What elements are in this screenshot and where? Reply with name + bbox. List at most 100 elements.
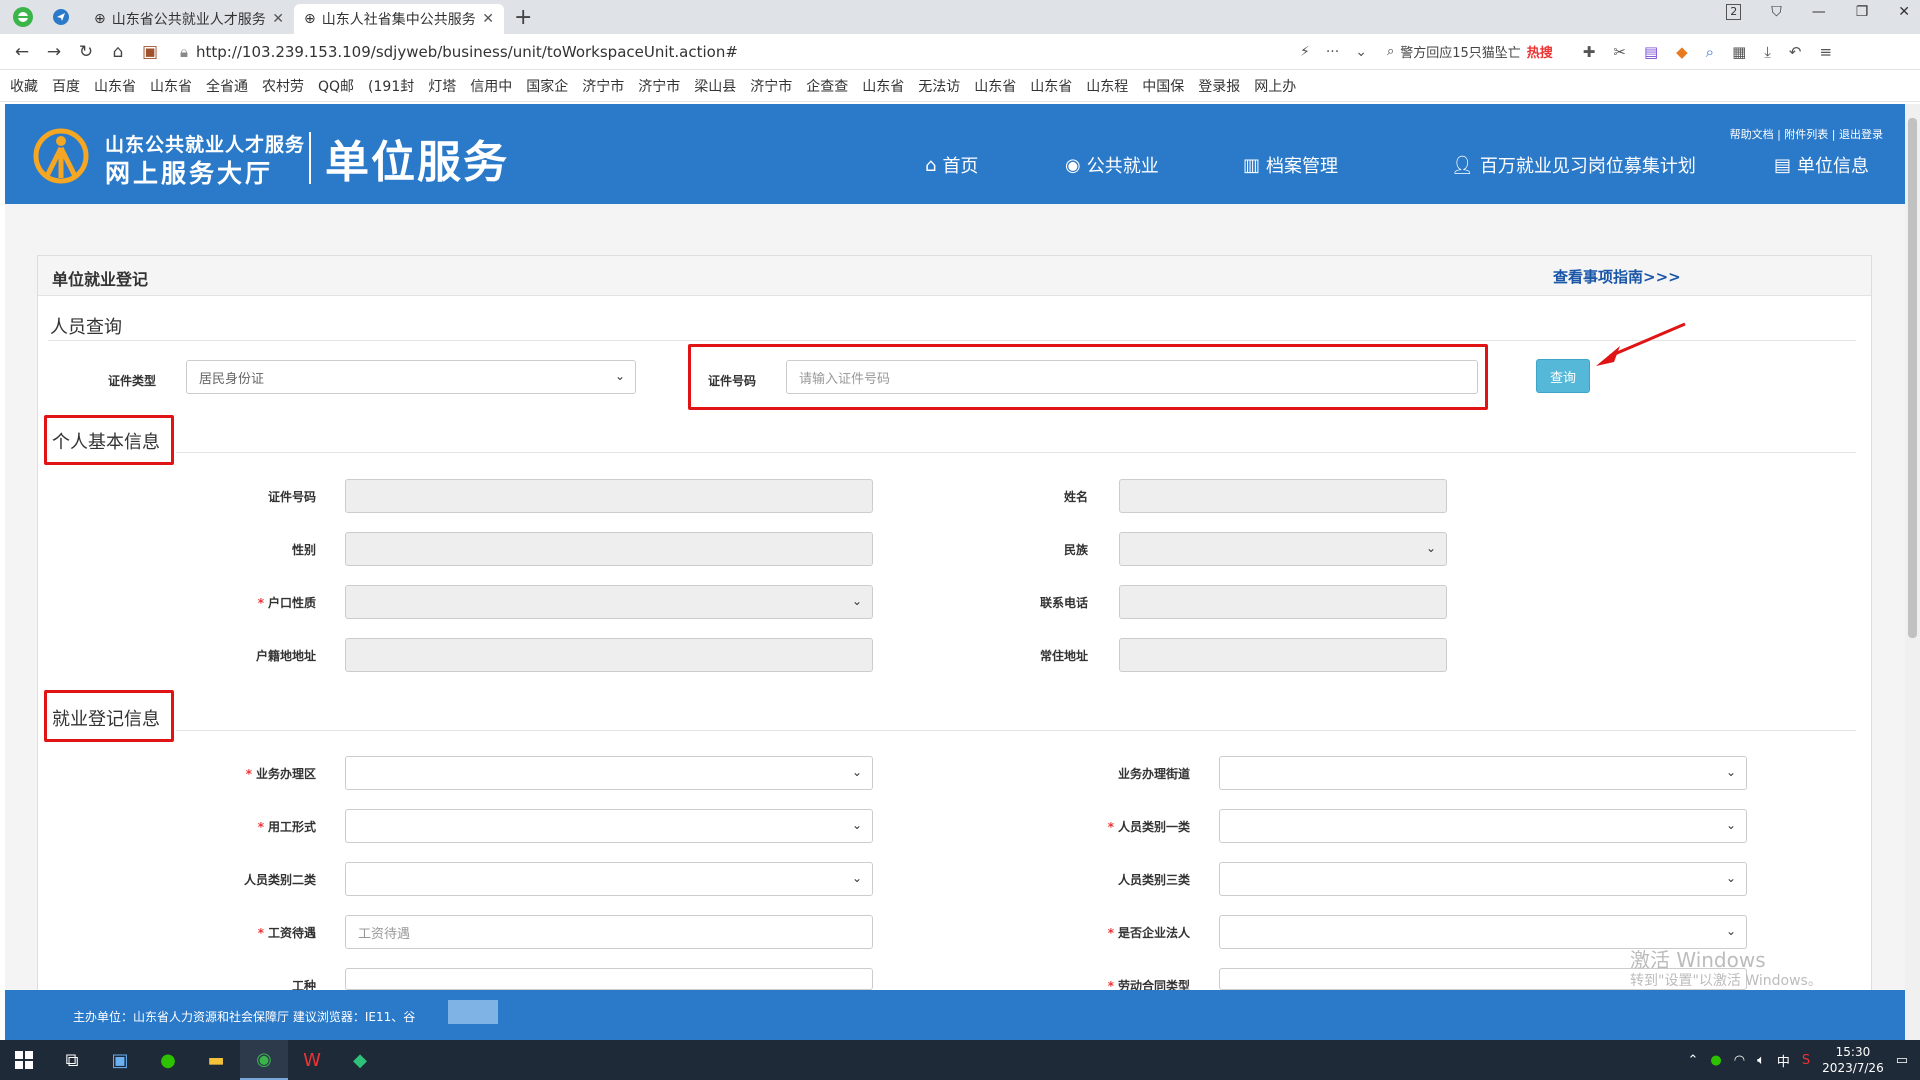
page-scrollbar[interactable] [1905, 104, 1920, 1040]
menu-icon[interactable]: ≡ [1819, 43, 1832, 61]
translate-icon[interactable]: ▤ [1644, 43, 1658, 61]
sogou-icon[interactable]: S [1802, 1053, 1810, 1068]
url-field[interactable]: 🔒︎ http://103.239.153.109/sdjyweb/busine… [180, 43, 1300, 61]
desktop-app-icon[interactable]: ▣ [96, 1040, 144, 1080]
more-icon[interactable]: ··· [1326, 44, 1339, 60]
briefcase-icon[interactable]: ▣ [134, 42, 166, 62]
nav-home[interactable]: ⌂ 首页 [925, 152, 1065, 178]
bookmark-item[interactable]: 山东省 [1030, 76, 1072, 96]
skin-icon[interactable]: ⛉ [1771, 4, 1782, 20]
nav-internship-plan[interactable]: 👤︎ 百万就业见习岗位募集计划 [1451, 152, 1774, 178]
nav-unit-info[interactable]: ▤ 单位信息 [1774, 152, 1869, 178]
bookmark-item[interactable]: 企查查 [806, 76, 848, 96]
back-icon[interactable]: ← [6, 42, 38, 62]
bookmark-item[interactable]: 济宁市 [582, 76, 624, 96]
new-tab-button[interactable]: + [514, 4, 532, 34]
volume-icon[interactable]: 🔈︎ [1757, 1053, 1765, 1068]
task-view-icon[interactable]: ⧉ [48, 1040, 96, 1080]
extension-icon[interactable]: ✚ [1583, 43, 1596, 61]
ime-indicator[interactable]: 中 [1777, 1051, 1790, 1070]
clock[interactable]: 15:30 2023/7/26 [1822, 1044, 1884, 1076]
forward-icon[interactable]: → [38, 42, 70, 62]
reload-icon[interactable]: ↻ [70, 42, 102, 62]
chevron-down-icon: ⌄ [851, 818, 862, 832]
nav-public-employment[interactable]: ◉ 公共就业 [1065, 152, 1243, 178]
magnifier-icon[interactable]: ⌕ [1706, 43, 1714, 61]
bookmark-item[interactable]: 梁山县 [694, 76, 736, 96]
close-window-button[interactable]: ✕ [1898, 4, 1910, 20]
tab-hrss-service[interactable]: ⊕ 山东人社省集中公共服务 ✕ [294, 4, 504, 34]
street-select[interactable]: ⌄ [1219, 756, 1747, 790]
job-type-field[interactable] [345, 968, 873, 990]
wps-icon[interactable]: W [288, 1040, 336, 1080]
chevron-up-icon[interactable]: ⌃ [1687, 1053, 1698, 1068]
bookmark-item[interactable]: 全省通 [206, 76, 248, 96]
notification-icon[interactable]: ▭ [1896, 1053, 1908, 1068]
chevron-down-icon[interactable]: ⌄ [1355, 44, 1367, 60]
bookmark-item[interactable]: 国家企 [526, 76, 568, 96]
annotation-arrow-icon [1596, 322, 1686, 366]
globe-icon: ⊕ [94, 11, 106, 27]
game-icon[interactable]: ◆ [1676, 43, 1688, 61]
url-text[interactable]: http://103.239.153.109/sdjyweb/business/… [196, 43, 738, 61]
bookmark-item[interactable]: 农村劳 [262, 76, 304, 96]
search-box[interactable]: ⌕ 警方回应15只猫坠亡 热搜 [1387, 42, 1553, 61]
bookmark-item[interactable]: QQ邮 [318, 76, 354, 96]
org-name-line1: 山东公共就业人才服务 [105, 134, 306, 156]
bookmark-item[interactable]: 山东程 [1086, 76, 1128, 96]
wechat-tray-icon[interactable]: ● [1710, 1053, 1721, 1068]
wechat-icon[interactable]: ● [144, 1040, 192, 1080]
toolbar-icons: ✚ ✂ ▤ ◆ ⌕ ▦ ⤓ ↶ ≡ [1583, 43, 1832, 61]
bookmark-item[interactable]: 百度 [52, 76, 80, 96]
bookmark-item[interactable]: 中国保 [1142, 76, 1184, 96]
bookmark-item[interactable]: 登录报 [1198, 76, 1240, 96]
green-app-icon[interactable]: ◆ [336, 1040, 384, 1080]
category1-select[interactable]: ⌄ [1219, 809, 1747, 843]
bookmark-favorites[interactable]: 收藏 [10, 76, 38, 96]
guide-link[interactable]: 查看事项指南>>> [1553, 266, 1681, 287]
query-section-title: 人员查询 [50, 317, 122, 338]
bookmark-item[interactable]: (191封 [368, 76, 414, 96]
bookmark-item[interactable]: 山东省 [94, 76, 136, 96]
bookmark-item[interactable]: 信用中 [470, 76, 512, 96]
bookmark-item[interactable]: 山东省 [150, 76, 192, 96]
employment-form-select[interactable]: ⌄ [345, 809, 873, 843]
category2-select[interactable]: ⌄ [345, 862, 873, 896]
tab-count-badge[interactable]: 2 [1726, 4, 1742, 20]
query-button[interactable]: 查询 [1536, 359, 1590, 393]
bookmark-item[interactable]: 济宁市 [750, 76, 792, 96]
bookmark-item[interactable]: 山东省 [974, 76, 1016, 96]
scroll-thumb[interactable] [1908, 118, 1917, 638]
nav-archive[interactable]: ▥ 档案管理 [1243, 152, 1451, 178]
hukou-type-label: * 户口性质 [257, 596, 316, 610]
district-select[interactable]: ⌄ [345, 756, 873, 790]
bookmark-item[interactable]: 济宁市 [638, 76, 680, 96]
bookmark-item[interactable]: 灯塔 [428, 76, 456, 96]
salary-input[interactable]: 工资待遇 [345, 915, 873, 949]
category3-select[interactable]: ⌄ [1219, 862, 1747, 896]
network-icon[interactable]: ◠ [1734, 1053, 1745, 1068]
bookmark-item[interactable]: 网上办 [1254, 76, 1296, 96]
bookmark-item[interactable]: 山东省 [862, 76, 904, 96]
file-explorer-icon[interactable]: ▬ [192, 1040, 240, 1080]
tab-public-employment[interactable]: ⊕ 山东省公共就业人才服务 ✕ [84, 4, 294, 34]
top-links[interactable]: 帮助文档 | 附件列表 | 退出登录 [1730, 126, 1883, 142]
close-icon[interactable]: ✕ [272, 11, 284, 27]
id-type-select[interactable]: 居民身份证 ⌄ [186, 360, 636, 394]
home-page-icon[interactable]: ⌂ [102, 42, 134, 62]
scissors-icon[interactable]: ✂ [1613, 43, 1626, 61]
minimize-button[interactable]: — [1812, 4, 1826, 20]
apps-grid-icon[interactable]: ▦ [1732, 43, 1746, 61]
undo-icon[interactable]: ↶ [1789, 43, 1802, 61]
hot-search-badge[interactable]: 热搜 [1527, 42, 1553, 61]
windows-start-icon[interactable] [0, 1040, 48, 1080]
send-icon[interactable] [46, 2, 76, 32]
site-logo-icon[interactable] [33, 128, 89, 184]
browser-logo-icon[interactable] [8, 2, 38, 32]
browser-taskbar-icon[interactable]: ◉ [240, 1040, 288, 1080]
restore-button[interactable]: ❐ [1856, 4, 1869, 20]
bookmark-item[interactable]: 无法访 [918, 76, 960, 96]
download-icon[interactable]: ⤓ [1764, 43, 1771, 61]
lightning-icon[interactable]: ⚡︎ [1300, 44, 1310, 60]
close-icon[interactable]: ✕ [482, 11, 494, 27]
